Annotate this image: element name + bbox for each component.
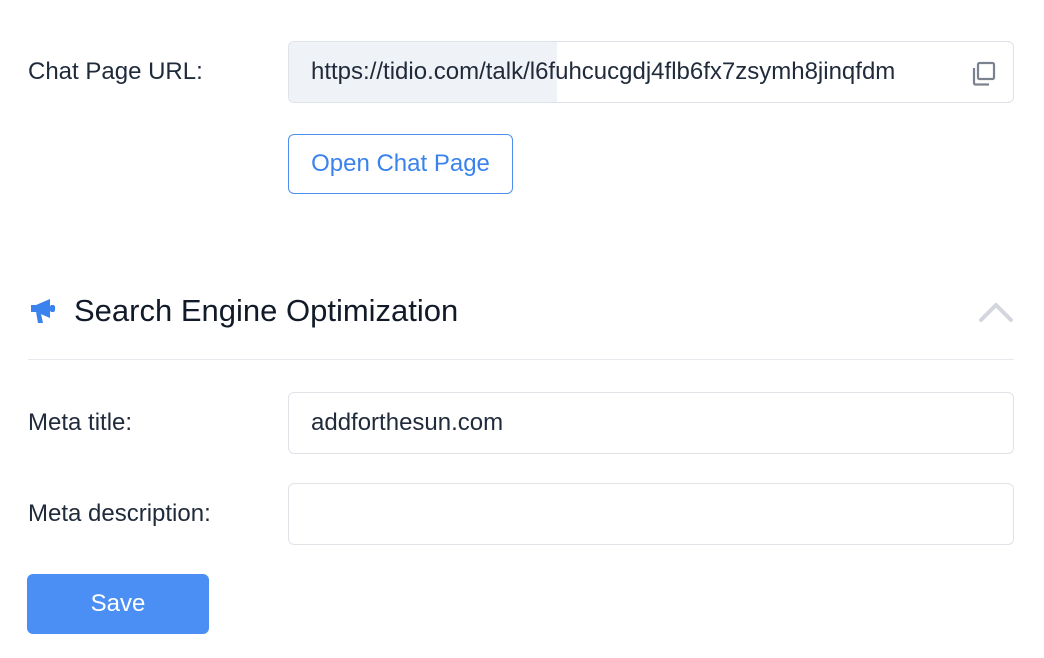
copy-icon[interactable] <box>969 60 997 88</box>
meta-title-label: Meta title: <box>28 409 133 436</box>
meta-title-input[interactable] <box>288 392 1014 454</box>
section-title: Search Engine Optimization <box>74 293 459 328</box>
meta-description-label: Meta description: <box>28 500 211 527</box>
chat-page-url-text[interactable]: https://tidio.com/talk/l6fuhcucgdj4flb6f… <box>311 42 895 102</box>
save-button[interactable]: Save <box>27 574 209 634</box>
open-chat-page-button[interactable]: Open Chat Page <box>288 134 513 194</box>
seo-section-header[interactable]: Search Engine Optimization <box>28 280 1014 342</box>
chevron-up-icon[interactable] <box>978 298 1014 324</box>
meta-description-input[interactable] <box>288 483 1014 545</box>
chat-page-url-field[interactable]: https://tidio.com/talk/l6fuhcucgdj4flb6f… <box>288 41 1014 103</box>
chat-page-url-label: Chat Page URL: <box>28 58 203 85</box>
section-divider <box>28 359 1014 360</box>
megaphone-icon <box>28 296 58 326</box>
